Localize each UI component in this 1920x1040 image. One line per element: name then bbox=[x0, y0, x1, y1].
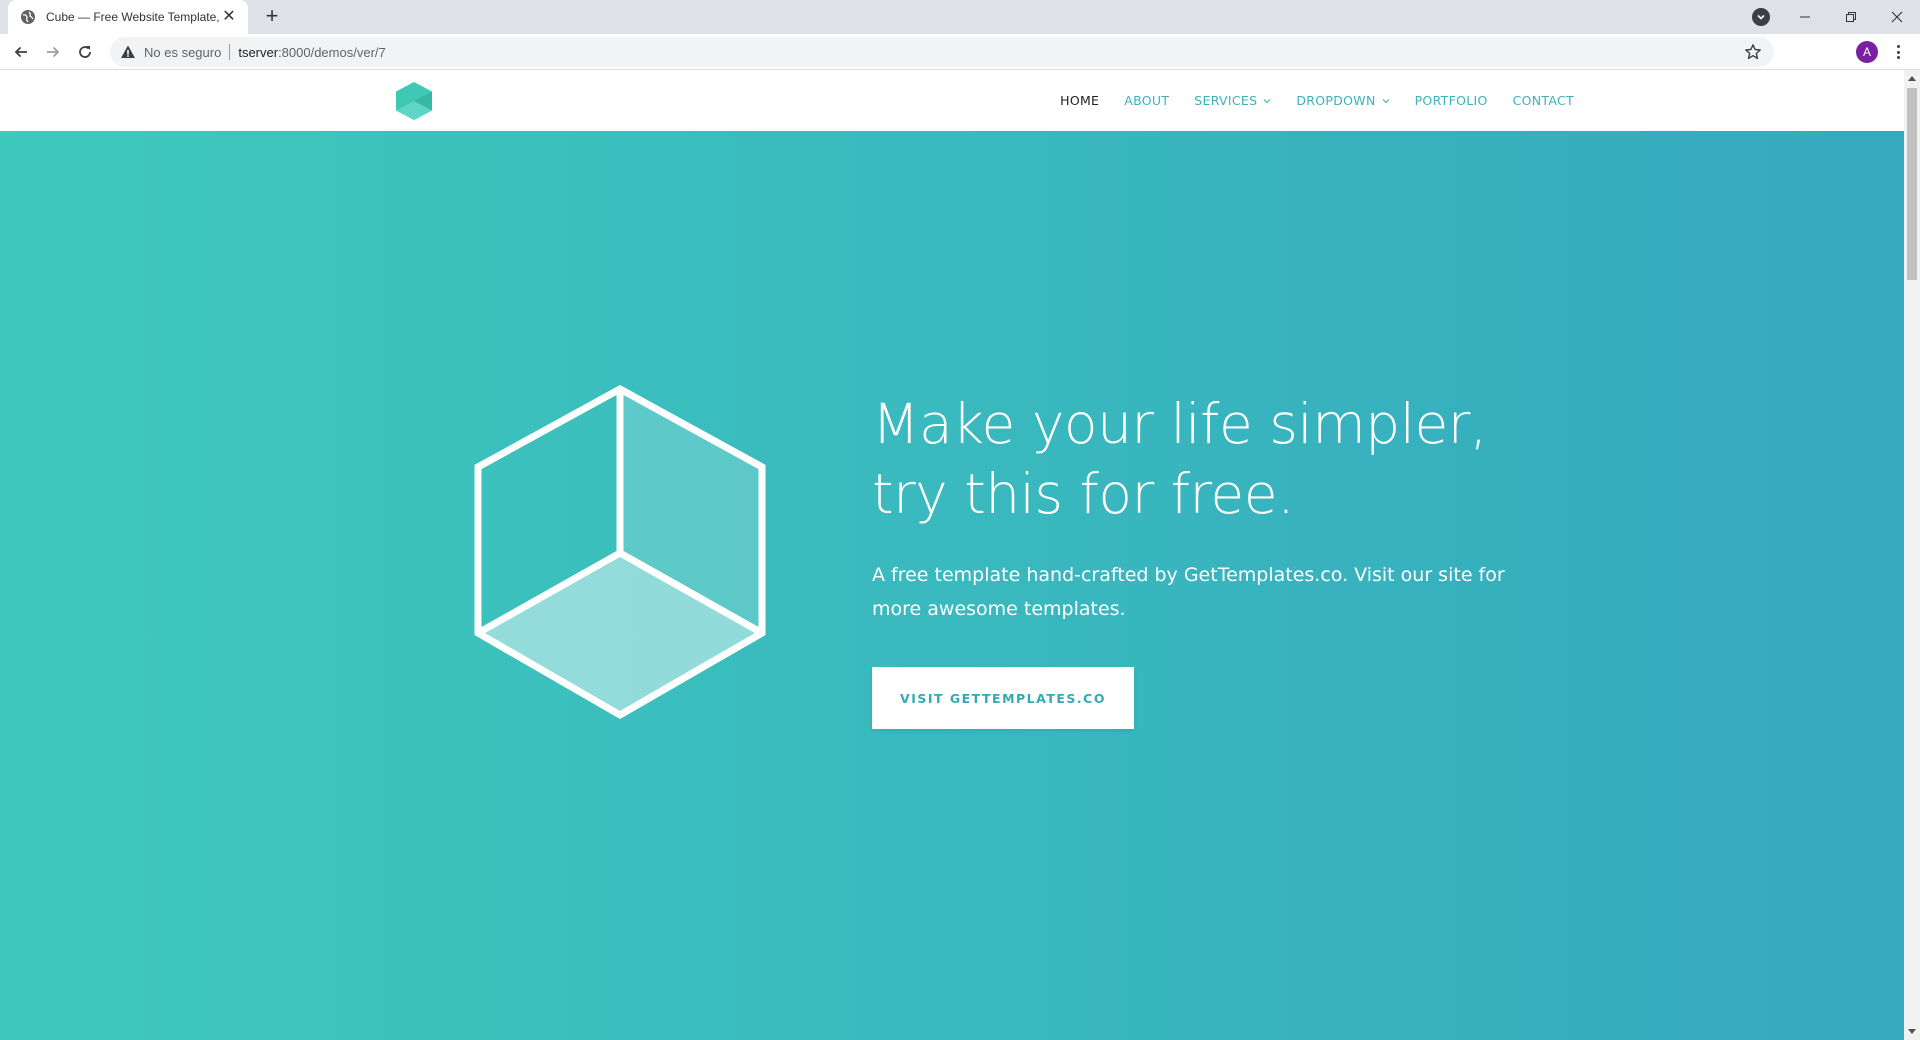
restore-icon bbox=[1846, 12, 1856, 22]
chevron-down-icon bbox=[1757, 14, 1765, 20]
minimize-icon bbox=[1800, 16, 1810, 18]
reload-button[interactable] bbox=[73, 40, 97, 64]
arrow-left-icon bbox=[14, 46, 27, 58]
browser-menu-icon[interactable] bbox=[1890, 42, 1906, 62]
chevron-down-icon bbox=[1382, 98, 1389, 103]
triangle-up-icon bbox=[1908, 76, 1916, 81]
nav-label: SERVICES bbox=[1194, 93, 1258, 108]
nav-about[interactable]: ABOUT bbox=[1124, 93, 1169, 108]
nav-services[interactable]: SERVICES bbox=[1194, 93, 1271, 108]
headline-line-1: Make your life simpler, bbox=[872, 392, 1487, 456]
page-viewport: HOME ABOUT SERVICES DROPDOWN PORTFOLIO C… bbox=[0, 70, 1904, 1040]
scroll-up-arrow[interactable] bbox=[1904, 70, 1920, 86]
browser-tab[interactable]: Cube — Free Website Template, Fr ✕ bbox=[8, 0, 248, 34]
nav-contact[interactable]: CONTACT bbox=[1513, 93, 1574, 108]
reload-icon bbox=[79, 46, 91, 58]
forward-button[interactable] bbox=[41, 40, 65, 64]
close-tab-icon[interactable]: ✕ bbox=[220, 8, 238, 26]
browser-tabstrip: Cube — Free Website Template, Fr ✕ + bbox=[0, 0, 1920, 34]
globe-icon bbox=[21, 10, 35, 24]
main-nav: HOME ABOUT SERVICES DROPDOWN PORTFOLIO C… bbox=[1035, 70, 1574, 131]
nav-home[interactable]: HOME bbox=[1060, 93, 1099, 108]
headline-line-2: try this for free. bbox=[872, 462, 1295, 526]
nav-label: ABOUT bbox=[1124, 93, 1170, 108]
nav-label: PORTFOLIO bbox=[1414, 93, 1488, 108]
chevron-down-icon bbox=[1263, 98, 1271, 103]
browser-toolbar: No es seguro tserver:8000/demos/ver/7 bbox=[0, 34, 1920, 70]
url-text[interactable]: tserver:8000/demos/ver/7 bbox=[238, 45, 385, 60]
triangle-down-icon bbox=[1908, 1029, 1916, 1034]
site-header: HOME ABOUT SERVICES DROPDOWN PORTFOLIO C… bbox=[0, 70, 1904, 131]
url-host: tserver bbox=[238, 44, 279, 60]
cube-illustration bbox=[474, 385, 766, 720]
nav-label: HOME bbox=[1060, 93, 1100, 108]
scrollbar-thumb[interactable] bbox=[1907, 88, 1917, 280]
visit-gettemplates-button[interactable]: VISIT GETTEMPLATES.CO bbox=[872, 667, 1134, 729]
tab-search-button[interactable] bbox=[1752, 8, 1770, 26]
profile-avatar[interactable]: A bbox=[1856, 41, 1878, 63]
nav-dropdown[interactable]: DROPDOWN bbox=[1296, 93, 1389, 108]
url-path: :8000/demos/ver/7 bbox=[278, 44, 386, 60]
hero-subtext: A free template hand-crafted by GetTempl… bbox=[872, 564, 1505, 620]
cube-logo[interactable] bbox=[395, 81, 433, 121]
nav-label: CONTACT bbox=[1512, 93, 1574, 108]
scroll-down-arrow[interactable] bbox=[1904, 1024, 1920, 1040]
close-icon bbox=[1891, 11, 1903, 23]
tab-title: Cube — Free Website Template, Fr bbox=[46, 10, 220, 24]
page-scrollbar[interactable] bbox=[1904, 70, 1920, 1040]
divider bbox=[229, 44, 231, 60]
arrow-right-icon bbox=[47, 46, 60, 58]
close-window-button[interactable] bbox=[1874, 0, 1920, 34]
restore-button[interactable] bbox=[1828, 0, 1874, 34]
hero-section: Make your life simpler, try this for fre… bbox=[0, 131, 1904, 1040]
hero-headline: Make your life simpler, try this for fre… bbox=[872, 389, 1572, 529]
back-button[interactable] bbox=[9, 40, 33, 64]
nav-portfolio[interactable]: PORTFOLIO bbox=[1415, 93, 1488, 108]
minimize-button[interactable] bbox=[1782, 0, 1828, 34]
warning-icon[interactable] bbox=[120, 44, 136, 60]
address-bar[interactable]: No es seguro tserver:8000/demos/ver/7 bbox=[110, 37, 1774, 67]
new-tab-button[interactable]: + bbox=[260, 5, 284, 29]
nav-label: DROPDOWN bbox=[1296, 93, 1376, 108]
security-status[interactable]: No es seguro bbox=[144, 45, 221, 60]
bookmark-star-icon[interactable] bbox=[1744, 43, 1762, 61]
